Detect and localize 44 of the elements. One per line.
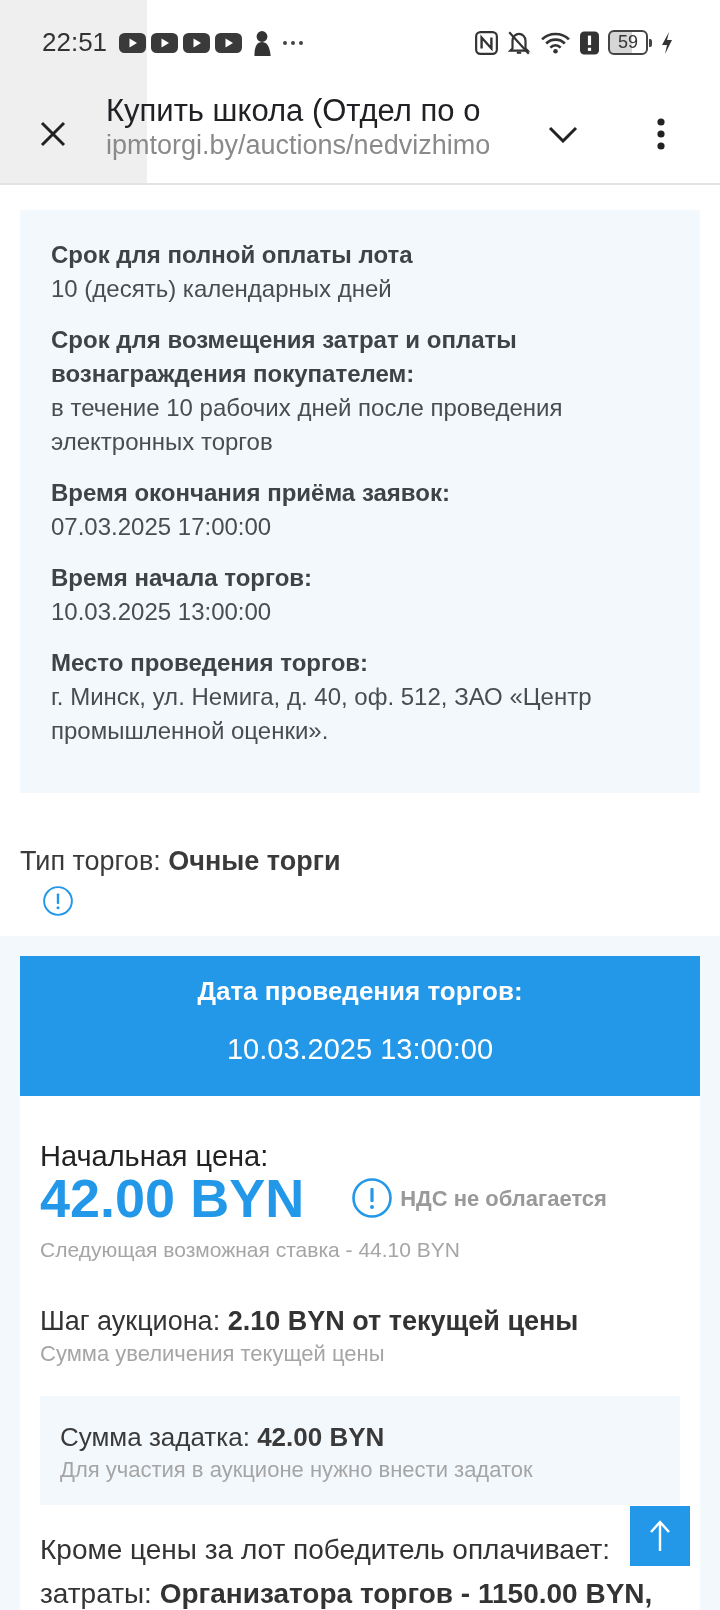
price-amount: 42.00 BYN xyxy=(40,1173,305,1223)
term-label: Время окончания приёма заявок: xyxy=(51,478,451,508)
vat-note: НДС не облагается xyxy=(400,1184,607,1213)
page-title: Купить школа (Отдел по о xyxy=(106,93,482,129)
banner-date: 10.03.2025 13:00:00 xyxy=(225,1032,495,1067)
extra-costs-text: затраты: Организатора торгов - 1150.00 BYN, xyxy=(40,1577,653,1610)
video-play-icon xyxy=(151,32,179,53)
muted-bell-icon xyxy=(506,29,531,56)
extra-costs-text: Кроме цены за лот победитель оплачивает: xyxy=(40,1533,610,1567)
info-icon[interactable] xyxy=(43,886,73,916)
auction-step-text: Шаг аукциона: 2.10 BYN от текущей цены xyxy=(40,1305,580,1338)
deposit-hint: Для участия в аукционе нужно внести задаток xyxy=(60,1457,534,1483)
alert-icon xyxy=(579,30,599,55)
term-value: 07.03.2025 17:00:00 xyxy=(51,512,273,542)
silhouette-icon xyxy=(251,29,274,56)
term-value: в течение 10 рабочих дней после проведения электронных торгов xyxy=(51,393,564,457)
video-play-icon xyxy=(183,32,211,53)
term-label: Срок для возмещения затрат и оплаты вознаграждения покупателем: xyxy=(51,325,518,389)
nfc-icon xyxy=(474,30,498,55)
term-value: 10.03.2025 13:00:00 xyxy=(51,597,273,627)
info-icon[interactable] xyxy=(352,1178,393,1218)
term-value: г. Минск, ул. Немига, д. 40, оф. 512, ЗАО «Центр промышленной оценки». xyxy=(51,682,593,746)
more-vertical-icon xyxy=(657,118,665,150)
chevron-down-icon xyxy=(548,125,578,143)
close-icon xyxy=(40,121,66,147)
more-icon xyxy=(283,40,304,45)
charging-icon xyxy=(661,30,673,55)
term-label: Срок для полной оплаты лота xyxy=(51,240,414,270)
auction-step-hint: Сумма увеличения текущей цены xyxy=(40,1341,386,1367)
clock-time: 22:51 xyxy=(42,26,108,59)
term-label: Время начала торгов: xyxy=(51,563,314,593)
term-label: Место проведения торгов: xyxy=(51,648,370,678)
scroll-top-button[interactable] xyxy=(630,1506,690,1566)
price-label: Начальная цена: xyxy=(40,1139,270,1173)
arrow-up-icon xyxy=(649,1520,671,1552)
battery-indicator: 59 xyxy=(607,30,652,55)
banner-title: Дата проведения торгов: xyxy=(196,976,524,1006)
term-value: 10 (десять) календарных дней xyxy=(51,274,393,304)
wifi-icon xyxy=(539,31,571,54)
deposit-text: Сумма задатка: 42.00 BYN xyxy=(60,1421,386,1453)
auction-type-text: Тип торгов: Очные торги xyxy=(20,845,342,878)
page-url: ipmtorgi.by/auctions/nedvizhimo xyxy=(106,129,492,161)
video-play-icon xyxy=(215,32,243,53)
next-bid-note: Следующая возможная ставка - 44.10 BYN xyxy=(40,1237,461,1263)
